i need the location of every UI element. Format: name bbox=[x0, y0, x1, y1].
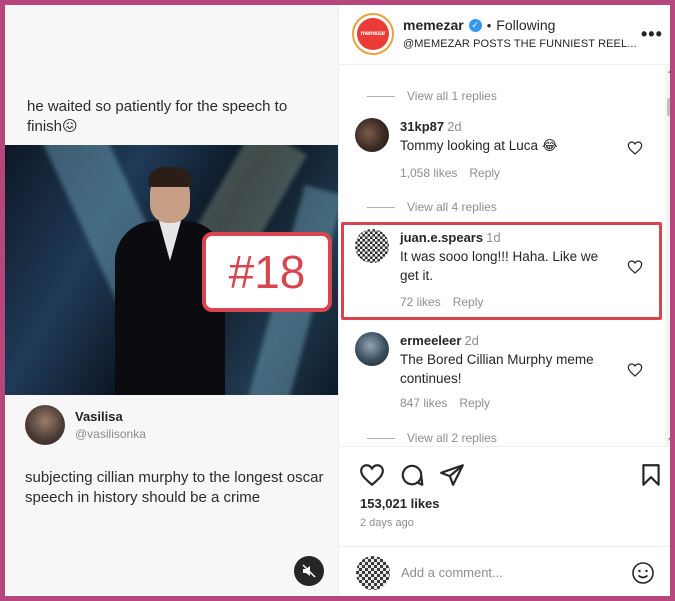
comment-meta: 72 likes Reply bbox=[400, 295, 483, 309]
comment-meta: 1,058 likes Reply bbox=[400, 166, 500, 180]
bookmark-icon[interactable] bbox=[638, 462, 664, 488]
view-replies-button[interactable]: View all 1 replies bbox=[367, 88, 497, 104]
comment-username[interactable]: 31kp87 bbox=[400, 119, 444, 134]
likes-count[interactable]: 153,021 likes bbox=[360, 496, 440, 511]
verified-icon: ✓ bbox=[468, 18, 482, 32]
comments-list: View all 1 replies 31kp87 2d Tommy lookin… bbox=[339, 66, 670, 446]
view-replies-button[interactable]: View all 2 replies bbox=[367, 430, 497, 446]
emoji-icon[interactable] bbox=[631, 561, 655, 585]
heart-icon[interactable] bbox=[627, 362, 643, 378]
tweet-top-text: he waited so patiently for the speech to… bbox=[27, 98, 288, 135]
divider bbox=[367, 95, 395, 97]
view-replies-button[interactable]: View all 4 replies bbox=[367, 199, 497, 215]
scroll-down-icon[interactable]: ▼ bbox=[667, 437, 670, 444]
comments-panel: memezar memezar ✓ • Following @MEMEZAR P… bbox=[338, 5, 670, 596]
tweet-body: subjecting cillian murphy to the longest… bbox=[25, 469, 324, 506]
comment-header: juan.e.spears 1d bbox=[400, 230, 501, 245]
separator-dot: • bbox=[486, 17, 492, 33]
comment-header: 31kp87 2d bbox=[400, 119, 462, 134]
comment-icon[interactable] bbox=[399, 462, 425, 488]
comment-username[interactable]: ermeeleer bbox=[400, 333, 461, 348]
comment-likes[interactable]: 1,058 likes bbox=[400, 166, 457, 180]
comment-text: The Bored Cillian Murphy meme continues! bbox=[400, 352, 594, 386]
heart-icon[interactable] bbox=[627, 259, 643, 275]
account-avatar[interactable]: memezar bbox=[352, 13, 394, 55]
scroll-thumb[interactable] bbox=[667, 98, 670, 116]
reply-button[interactable]: Reply bbox=[453, 295, 484, 309]
mute-button[interactable] bbox=[294, 556, 324, 586]
comment-username[interactable]: juan.e.spears bbox=[400, 230, 483, 245]
screenshot-frame: he waited so patiently for the speech to… bbox=[0, 0, 675, 601]
comment-item: 31kp87 2d Tommy looking at Luca 😂 1,058 l… bbox=[355, 118, 660, 188]
post-date: 2 days ago bbox=[360, 517, 414, 529]
post-actions: 153,021 likes 2 days ago bbox=[339, 446, 670, 546]
avatar[interactable] bbox=[355, 118, 389, 152]
avatar bbox=[25, 405, 65, 445]
view-replies-label: View all 4 replies bbox=[407, 200, 497, 214]
following-button[interactable]: Following bbox=[496, 17, 555, 33]
view-replies-label: View all 2 replies bbox=[407, 431, 497, 445]
tweet-author-name: Vasilisa bbox=[75, 409, 123, 424]
more-icon[interactable]: ••• bbox=[641, 24, 663, 45]
comments-scrollbar[interactable]: ▲ ▼ bbox=[665, 66, 670, 446]
divider bbox=[367, 437, 395, 439]
reply-button[interactable]: Reply bbox=[469, 166, 500, 180]
comment-item-highlighted: juan.e.spears 1d It was sooo long!!! Haha… bbox=[355, 229, 660, 309]
comment-age: 2d bbox=[464, 333, 479, 348]
post-header: memezar memezar ✓ • Following @MEMEZAR P… bbox=[339, 5, 670, 65]
comment-age: 2d bbox=[447, 119, 462, 134]
divider bbox=[367, 206, 395, 208]
avatar[interactable] bbox=[355, 332, 389, 366]
avatar[interactable] bbox=[355, 229, 389, 263]
comment-text: Tommy looking at Luca 😂 bbox=[400, 138, 558, 153]
memezar-logo: memezar bbox=[357, 18, 389, 50]
header-title-row: memezar ✓ • Following bbox=[403, 16, 555, 34]
account-username[interactable]: memezar bbox=[403, 17, 464, 33]
avatar bbox=[356, 556, 390, 590]
comment-age: 1d bbox=[486, 230, 501, 245]
post-media[interactable]: he waited so patiently for the speech to… bbox=[5, 5, 338, 596]
view-replies-label: View all 1 replies bbox=[407, 89, 497, 103]
comment-input[interactable] bbox=[401, 561, 621, 583]
mute-icon bbox=[302, 564, 316, 578]
scroll-up-icon[interactable]: ▲ bbox=[667, 68, 670, 75]
comment-text: It was sooo long!!! Haha. Like we get it… bbox=[400, 249, 599, 283]
heart-icon[interactable] bbox=[627, 140, 643, 156]
memezar-logo-text: memezar bbox=[360, 31, 386, 37]
add-comment-bar bbox=[339, 546, 670, 596]
rank-badge: #18 bbox=[202, 232, 332, 312]
reply-button[interactable]: Reply bbox=[459, 396, 490, 410]
comment-likes[interactable]: 72 likes bbox=[400, 295, 441, 309]
heart-icon[interactable] bbox=[359, 462, 385, 488]
rank-badge-label: #18 bbox=[228, 246, 306, 298]
tweet-author-handle: @vasilisonka bbox=[75, 427, 146, 441]
comment-header: ermeeleer 2d bbox=[400, 333, 479, 348]
header-subtitle: @MEMEZAR POSTS THE FUNNIEST REEL... bbox=[403, 38, 637, 50]
comment-likes[interactable]: 847 likes bbox=[400, 396, 447, 410]
share-icon[interactable] bbox=[439, 462, 465, 488]
comment-item: ermeeleer 2d The Bored Cillian Murphy mem… bbox=[355, 332, 660, 412]
comment-meta: 847 likes Reply bbox=[400, 396, 490, 410]
